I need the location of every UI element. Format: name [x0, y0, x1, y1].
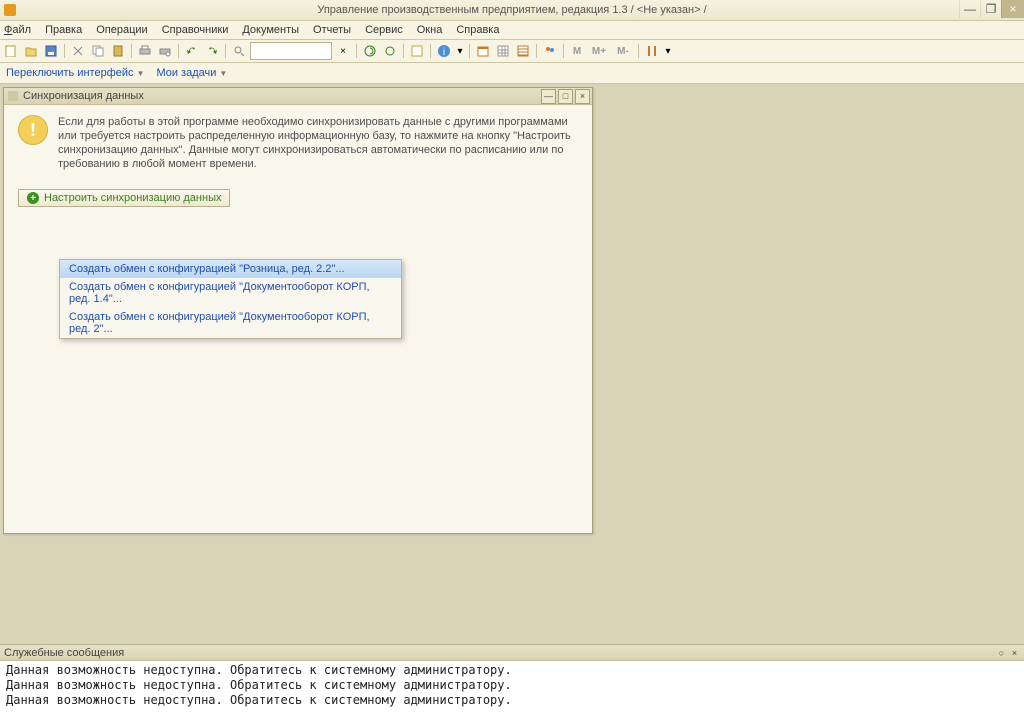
info-box: ! Если для работы в этой программе необх…	[18, 115, 578, 171]
toolbar-separator	[225, 44, 226, 58]
users-icon[interactable]	[541, 42, 559, 60]
toolbar-separator	[178, 44, 179, 58]
dialog-maximize-button[interactable]: □	[558, 89, 573, 104]
info-text: Если для работы в этой программе необход…	[58, 115, 578, 171]
clear-search-icon[interactable]: ×	[334, 42, 352, 60]
cut-icon[interactable]	[69, 42, 87, 60]
toolbar-separator	[356, 44, 357, 58]
dialog-icon	[8, 91, 18, 101]
menu-refs[interactable]: Справочники	[162, 24, 229, 36]
refresh-all-icon[interactable]	[381, 42, 399, 60]
messages-close-button[interactable]: ×	[1009, 647, 1020, 658]
dialog-body: ! Если для работы в этой программе необх…	[4, 105, 592, 217]
redo-icon[interactable]	[203, 42, 221, 60]
refresh-icon[interactable]	[361, 42, 379, 60]
memory-m-icon[interactable]: M	[568, 42, 586, 60]
dropdown-arrow-icon[interactable]: ▾	[455, 42, 465, 60]
memory-mminus-icon[interactable]: M-	[612, 42, 634, 60]
menu-file[interactable]: Файл	[4, 24, 31, 36]
my-tasks-label: Мои задачи	[156, 67, 216, 79]
window-buttons: — ❐ ×	[959, 0, 1024, 20]
settings-icon[interactable]	[643, 42, 661, 60]
plus-icon: +	[27, 192, 39, 204]
toolbar-separator	[563, 44, 564, 58]
message-line: Данная возможность недоступна. Обратитес…	[6, 693, 1018, 708]
toolbar-separator	[638, 44, 639, 58]
new-icon[interactable]	[2, 42, 20, 60]
dialog-minimize-button[interactable]: —	[541, 89, 556, 104]
configure-sync-button[interactable]: + Настроить синхронизацию данных	[18, 189, 230, 207]
my-tasks-link[interactable]: Мои задачи ▼	[156, 67, 227, 79]
toolbar-separator	[64, 44, 65, 58]
app-icon	[4, 4, 16, 16]
dropdown-item[interactable]: Создать обмен с конфигурацией "Документо…	[60, 308, 401, 338]
configure-dropdown: Создать обмен с конфигурацией "Розница, …	[59, 259, 402, 339]
minimize-button[interactable]: —	[959, 0, 980, 18]
nav-icon[interactable]	[408, 42, 426, 60]
toolbar-separator	[469, 44, 470, 58]
messages-panel: Служебные сообщения ○ × Данная возможнос…	[0, 644, 1024, 719]
menu-help[interactable]: Справка	[456, 24, 499, 36]
toolbar-separator	[536, 44, 537, 58]
print-icon[interactable]	[136, 42, 154, 60]
toolbar-separator	[403, 44, 404, 58]
dropdown-item[interactable]: Создать обмен с конфигурацией "Розница, …	[60, 260, 401, 278]
undo-icon[interactable]	[183, 42, 201, 60]
close-button[interactable]: ×	[1001, 0, 1024, 18]
menu-docs[interactable]: Документы	[242, 24, 299, 36]
linkbar: Переключить интерфейс ▼ Мои задачи ▼	[0, 63, 1024, 84]
svg-text:i: i	[443, 47, 445, 58]
info-icon: !	[18, 115, 48, 145]
app-title: Управление производственным предприятием…	[0, 4, 1024, 16]
message-line: Данная возможность недоступна. Обратитес…	[6, 678, 1018, 693]
switch-interface-label: Переключить интерфейс	[6, 67, 134, 79]
messages-clear-button[interactable]: ○	[996, 647, 1007, 658]
messages-header-buttons: ○ ×	[996, 647, 1020, 658]
message-line: Данная возможность недоступна. Обратитес…	[6, 663, 1018, 678]
toolbar-separator	[131, 44, 132, 58]
info-icon[interactable]: i	[435, 42, 453, 60]
list-icon[interactable]	[514, 42, 532, 60]
save-icon[interactable]	[42, 42, 60, 60]
open-icon[interactable]	[22, 42, 40, 60]
memory-mplus-icon[interactable]: M+	[588, 42, 610, 60]
print-preview-icon[interactable]	[156, 42, 174, 60]
menu-windows[interactable]: Окна	[417, 24, 443, 36]
dropdown-item[interactable]: Создать обмен с конфигурацией "Документо…	[60, 278, 401, 308]
copy-icon[interactable]	[89, 42, 107, 60]
paste-icon[interactable]	[109, 42, 127, 60]
calendar-icon[interactable]	[474, 42, 492, 60]
menu-ops[interactable]: Операции	[96, 24, 147, 36]
messages-title: Служебные сообщения	[4, 647, 124, 659]
dropdown-arrow-icon[interactable]: ▾	[663, 42, 673, 60]
titlebar: Управление производственным предприятием…	[0, 0, 1024, 21]
menubar: Файл Правка Операции Справочники Докумен…	[0, 21, 1024, 40]
toolbar: × i ▾ M M+ M- ▾	[0, 40, 1024, 63]
chevron-down-icon: ▼	[137, 69, 145, 78]
maximize-button[interactable]: ❐	[980, 0, 1001, 18]
dialog-window-buttons: — □ ×	[541, 89, 592, 104]
menu-reports[interactable]: Отчеты	[313, 24, 351, 36]
find-icon[interactable]	[230, 42, 248, 60]
toolbar-separator	[430, 44, 431, 58]
menu-edit[interactable]: Правка	[45, 24, 82, 36]
dialog-close-button[interactable]: ×	[575, 89, 590, 104]
grid-icon[interactable]	[494, 42, 512, 60]
workarea: Синхронизация данных — □ × ! Если для ра…	[0, 84, 1024, 637]
switch-interface-link[interactable]: Переключить интерфейс ▼	[6, 67, 144, 79]
dialog-titlebar: Синхронизация данных — □ ×	[4, 88, 592, 105]
configure-sync-label: Настроить синхронизацию данных	[44, 192, 221, 204]
messages-header: Служебные сообщения ○ ×	[0, 645, 1024, 661]
menu-service[interactable]: Сервис	[365, 24, 403, 36]
search-input[interactable]	[250, 42, 332, 60]
dialog-title: Синхронизация данных	[23, 90, 144, 102]
chevron-down-icon: ▼	[219, 69, 227, 78]
sync-dialog: Синхронизация данных — □ × ! Если для ра…	[3, 87, 593, 534]
messages-body: Данная возможность недоступна. Обратитес…	[0, 661, 1024, 719]
